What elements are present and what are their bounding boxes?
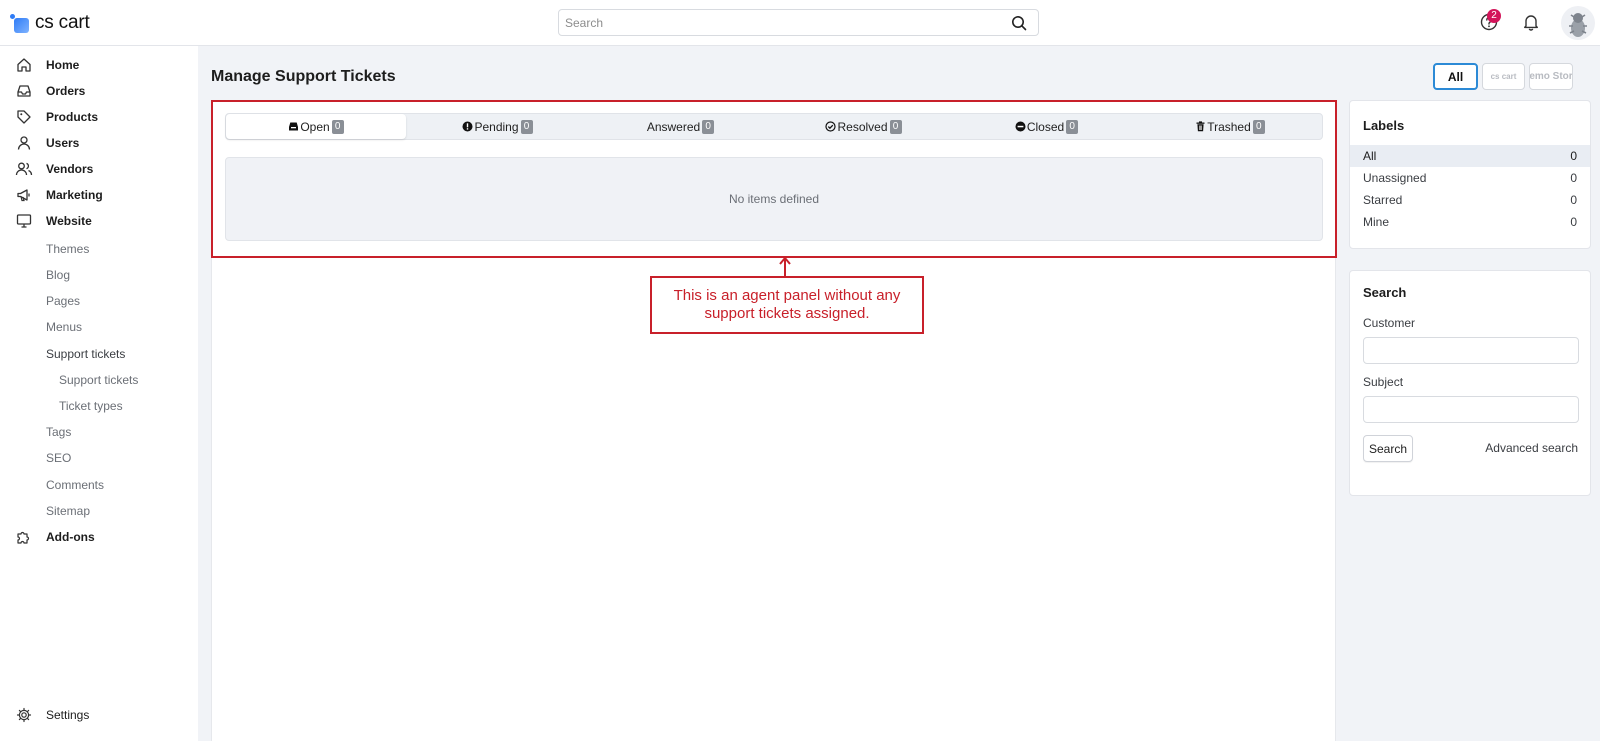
top-bar: cs cart 2: [0, 0, 1600, 46]
annotation-highlight-frame: [211, 100, 1337, 258]
search-button[interactable]: Search: [1363, 435, 1413, 462]
label-filter-starred[interactable]: Starred 0: [1350, 189, 1590, 211]
sidebar-subitem-seo[interactable]: SEO: [46, 448, 71, 468]
logo[interactable]: cs cart: [10, 10, 90, 36]
notification-count-badge: 2: [1487, 9, 1501, 23]
annotation-callout: This is an agent panel without any suppo…: [650, 276, 924, 334]
sidebar-item-label: Marketing: [46, 188, 103, 202]
customer-label: Customer: [1363, 316, 1416, 330]
sidebar-item-products[interactable]: Products: [0, 104, 198, 130]
label-name: Starred: [1363, 193, 1403, 207]
sidebar-subsubitem-ticket-types[interactable]: Ticket types: [59, 396, 123, 416]
label-count: 0: [1570, 149, 1577, 163]
sidebar-subitem-sitemap[interactable]: Sitemap: [46, 501, 90, 521]
megaphone-icon: [15, 186, 33, 204]
sidebar-item-label: Add-ons: [46, 530, 95, 544]
sidebar-item-label: Users: [46, 136, 80, 150]
sidebar-item-label: Products: [46, 110, 99, 124]
label-count: 0: [1570, 215, 1577, 229]
sidebar-item-users[interactable]: Users: [0, 130, 198, 156]
sidebar-subitem-tags[interactable]: Tags: [46, 422, 71, 442]
avatar[interactable]: [1561, 6, 1595, 40]
advanced-search-link[interactable]: Advanced search: [1485, 441, 1578, 455]
inbox-icon: [15, 82, 33, 100]
logo-mark-icon: [10, 13, 30, 33]
monitor-icon: [15, 212, 33, 230]
store-switch-cs-cart[interactable]: cs cart: [1482, 63, 1525, 90]
sidebar-item-website[interactable]: Website: [0, 208, 198, 234]
sidebar-item-marketing[interactable]: Marketing: [0, 182, 198, 208]
subject-input[interactable]: [1363, 396, 1579, 423]
home-icon: [15, 56, 33, 74]
label-count: 0: [1570, 171, 1577, 185]
sidebar-item-home[interactable]: Home: [0, 52, 198, 78]
annotation-arrow-icon: [779, 256, 791, 277]
search-panel: Search Customer Subject Search Advanced …: [1349, 270, 1591, 496]
sidebar-item-label: Orders: [46, 84, 86, 98]
puzzle-icon: [15, 528, 33, 546]
sidebar-subitem-comments[interactable]: Comments: [46, 475, 104, 495]
sidebar-item-label: Settings: [46, 708, 90, 722]
sidebar-item-orders[interactable]: Orders: [0, 78, 198, 104]
page-title: Manage Support Tickets: [211, 68, 396, 85]
search-icon[interactable]: [1006, 10, 1032, 36]
search-panel-title: Search: [1363, 285, 1407, 300]
sidebar-item-vendors[interactable]: Vendors: [0, 156, 198, 182]
label-filter-all[interactable]: All 0: [1350, 145, 1590, 167]
label-filter-mine[interactable]: Mine 0: [1350, 211, 1590, 233]
bell-icon[interactable]: [1521, 12, 1543, 34]
sidebar-subitem-support-tickets[interactable]: Support tickets: [46, 344, 125, 364]
sidebar-subitem-pages[interactable]: Pages: [46, 291, 80, 311]
label-name: Mine: [1363, 215, 1390, 229]
customer-input[interactable]: [1363, 337, 1579, 364]
sidebar-subitem-menus[interactable]: Menus: [46, 317, 82, 337]
store-switch-all[interactable]: All: [1433, 63, 1478, 90]
user-icon: [15, 134, 33, 152]
gear-icon: [15, 706, 33, 724]
label-name: Unassigned: [1363, 171, 1427, 185]
sidebar-subsubitem-support-tickets[interactable]: Support tickets: [59, 370, 138, 390]
subject-label: Subject: [1363, 375, 1404, 389]
label-count: 0: [1570, 193, 1577, 207]
tag-icon: [15, 108, 33, 126]
label-name: All: [1363, 149, 1377, 163]
sidebar-subitem-blog[interactable]: Blog: [46, 265, 70, 285]
sidebar-item-settings[interactable]: Settings: [0, 702, 198, 728]
sidebar-item-label: Vendors: [46, 162, 94, 176]
sidebar-item-label: Website: [46, 214, 92, 228]
labels-title: Labels: [1363, 118, 1405, 133]
sidebar: Home Orders Products Users Vendors Marke…: [0, 46, 198, 741]
logo-text: cs cart: [35, 12, 90, 33]
sidebar-item-label: Home: [46, 58, 80, 72]
store-switch-demo-store[interactable]: emo Stor: [1529, 63, 1573, 90]
labels-panel: Labels All 0 Unassigned 0 Starred 0 Mine…: [1349, 100, 1591, 249]
users-icon: [15, 160, 33, 178]
search-input[interactable]: [559, 10, 1006, 35]
sidebar-subitem-themes[interactable]: Themes: [46, 239, 89, 259]
global-search: [558, 9, 1039, 36]
label-filter-unassigned[interactable]: Unassigned 0: [1350, 167, 1590, 189]
sidebar-item-addons[interactable]: Add-ons: [0, 524, 198, 550]
